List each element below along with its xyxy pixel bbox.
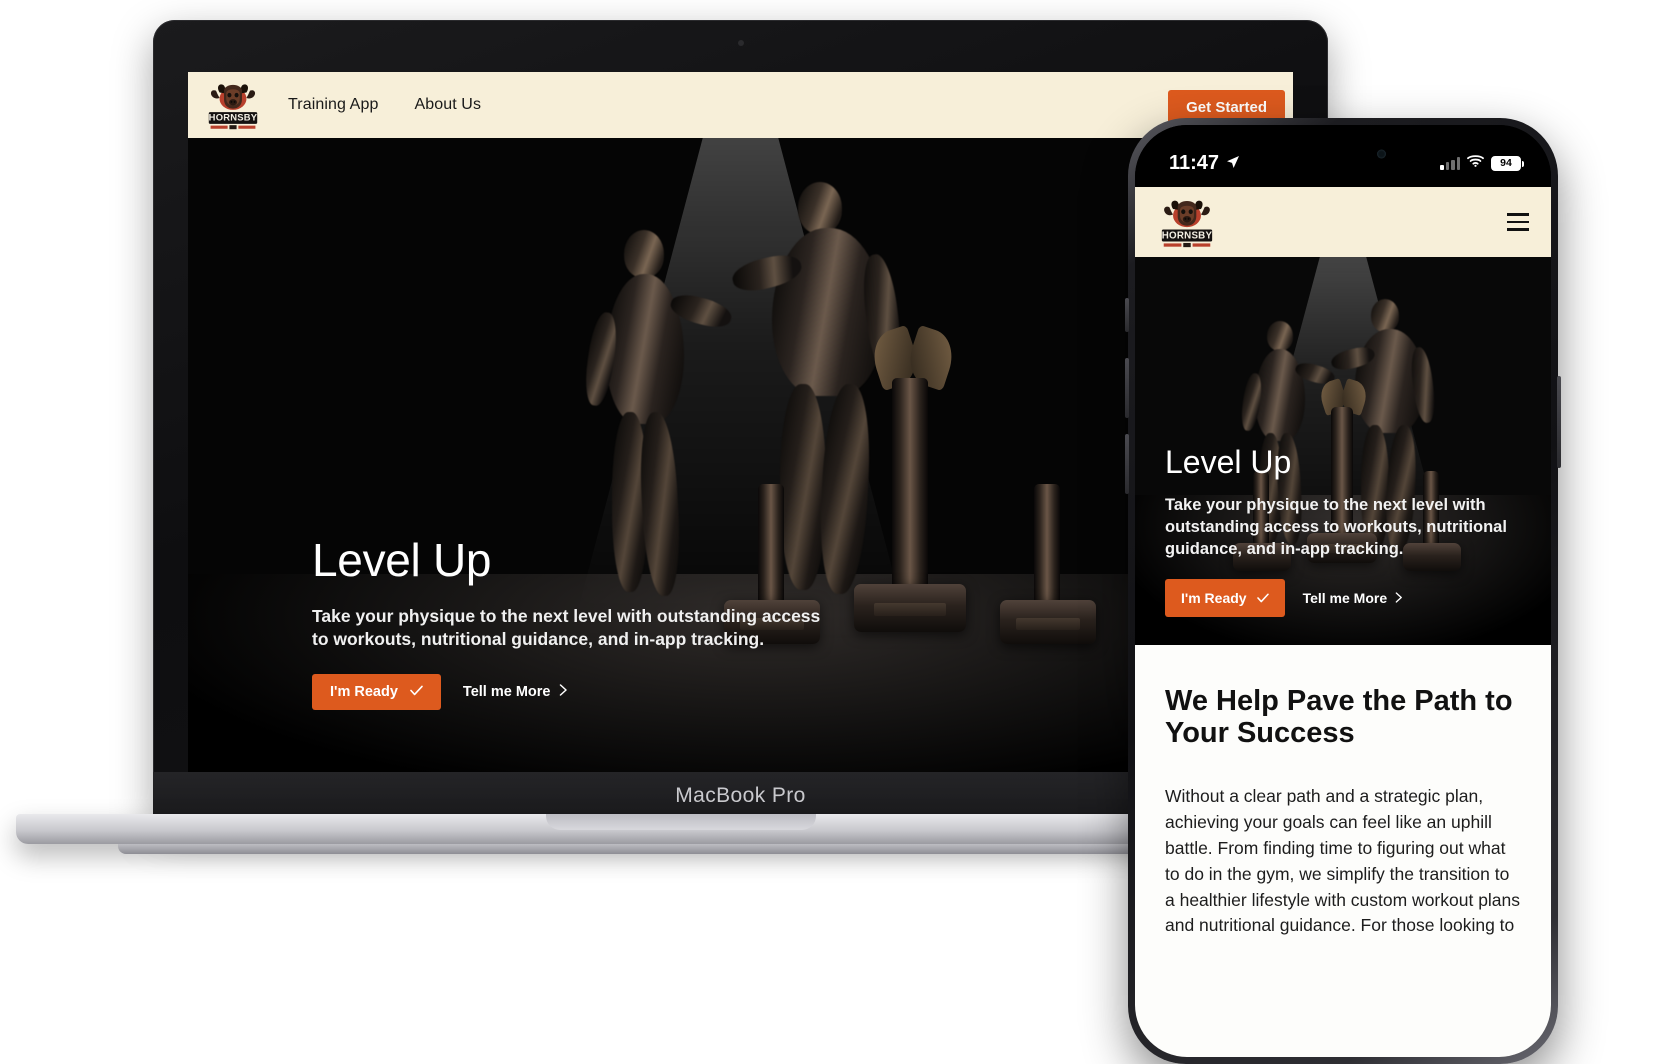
im-ready-label: I'm Ready: [1181, 590, 1247, 606]
phone-power-button[interactable]: [1557, 376, 1561, 468]
front-camera-icon: [1377, 149, 1386, 159]
tell-me-more-label: Tell me More: [1302, 590, 1388, 606]
bull-head-logo-icon[interactable]: HORNSBY: [1159, 195, 1215, 249]
phone-screen: 11:47 94 HORNSBY Level Up Take your phys…: [1135, 125, 1551, 1057]
bull-head-logo-icon[interactable]: HORNSBY: [206, 79, 260, 131]
phone-content-section: We Help Pave the Path to Your Success Wi…: [1135, 645, 1551, 1057]
desktop-hero-title: Level Up: [312, 533, 492, 586]
hamburger-menu-icon[interactable]: [1507, 213, 1529, 231]
nav-link-about-us[interactable]: About Us: [414, 96, 481, 114]
battery-level-label: 94: [1500, 157, 1512, 169]
mockup-stage: HORNSBY Training App About Us Get Starte…: [0, 0, 1670, 1064]
battery-icon: 94: [1491, 155, 1524, 171]
tell-me-more-button[interactable]: Tell me More: [1303, 590, 1404, 606]
laptop-foot: [118, 844, 1238, 854]
desktop-nav-links: Training App About Us: [288, 96, 481, 114]
svg-text:HORNSBY: HORNSBY: [209, 112, 258, 123]
status-time: 11:47: [1169, 151, 1220, 174]
phone-section-title: We Help Pave the Path to Your Success: [1165, 685, 1513, 750]
macbook-pro-label: MacBook Pro: [675, 784, 806, 807]
phone-hero-copy: Level Up Take your physique to the next …: [1165, 444, 1529, 617]
chevron-right-icon: [559, 684, 568, 700]
signal-bars-icon: [1440, 156, 1460, 170]
phone-hero-section: Level Up Take your physique to the next …: [1135, 257, 1551, 645]
phone-hero-title: Level Up: [1165, 444, 1292, 481]
phone-section-body: Without a clear path and a strategic pla…: [1165, 785, 1521, 936]
chevron-right-icon: [1395, 590, 1403, 606]
dynamic-island: [1284, 139, 1402, 169]
trophy-plaque-right: [1016, 618, 1080, 630]
desktop-hero-actions: I'm Ready Tell me More: [312, 674, 832, 710]
trophy-column-center: [892, 378, 928, 588]
trophy-column-right: [1034, 484, 1060, 604]
tell-me-more-button[interactable]: Tell me More: [463, 684, 569, 700]
wifi-icon: [1467, 154, 1484, 172]
desktop-hero-subtitle: Take your physique to the next level wit…: [312, 605, 821, 650]
iphone-mockup: 11:47 94 HORNSBY Level Up Take your phys…: [1125, 118, 1561, 1064]
nav-link-training-app[interactable]: Training App: [288, 96, 378, 114]
phone-hero-subtitle: Take your physique to the next level wit…: [1165, 496, 1507, 559]
im-ready-button[interactable]: I'm Ready: [1165, 579, 1285, 617]
phone-volume-down-button[interactable]: [1125, 434, 1129, 494]
laptop-camera-icon: [737, 40, 744, 46]
laptop-base-notch: [545, 814, 816, 830]
status-bar-right: 94: [1440, 154, 1524, 172]
tell-me-more-label: Tell me More: [462, 684, 551, 700]
phone-volume-up-button[interactable]: [1125, 358, 1129, 418]
location-arrow-icon: [1226, 152, 1240, 175]
phone-hero-actions: I'm Ready Tell me More: [1165, 579, 1529, 617]
phone-silent-switch[interactable]: [1125, 298, 1129, 332]
status-bar-left: 11:47: [1169, 152, 1240, 175]
check-icon: [1256, 590, 1269, 606]
check-icon: [410, 684, 423, 700]
phone-site-header: HORNSBY: [1135, 187, 1551, 257]
im-ready-label: I'm Ready: [330, 684, 398, 700]
trophy-plaque-center: [874, 603, 946, 616]
svg-text:HORNSBY: HORNSBY: [1162, 230, 1213, 241]
im-ready-button[interactable]: I'm Ready: [312, 674, 441, 710]
desktop-hero-copy: Level Up Take your physique to the next …: [312, 533, 832, 710]
